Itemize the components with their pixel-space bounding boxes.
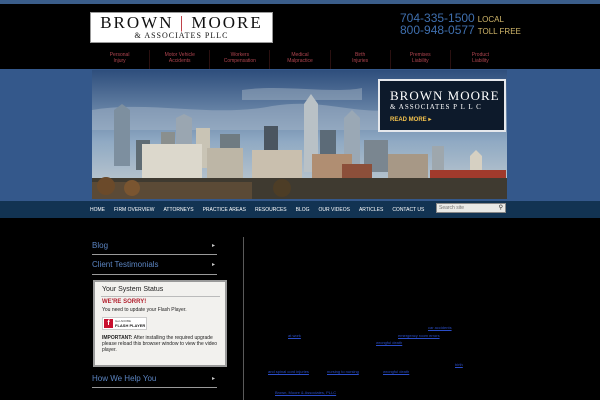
sidebar-how-we-help-you[interactable]: How We Help You ▸	[92, 374, 217, 388]
practice-nav-personal-injury[interactable]: Personal Injury	[90, 50, 149, 69]
status-title: Your System Status	[102, 286, 164, 293]
status-error-heading: WE'RE SORRY!	[102, 299, 147, 305]
top-stripe	[0, 0, 600, 4]
content-link-at-work[interactable]: at work	[288, 333, 301, 338]
content-link-wrongful-death-2[interactable]: wrongful death	[383, 369, 409, 374]
column-divider	[243, 237, 244, 400]
nav-articles[interactable]: ARTICLES	[359, 207, 383, 213]
nav-blog[interactable]: BLOG	[296, 207, 310, 213]
content-link-emergency-room-errors[interactable]: emergency room errors	[398, 333, 440, 338]
read-more-link[interactable]: READ MORE ▸	[390, 116, 431, 123]
practice-nav-birth-injuries[interactable]: Birth Injuries	[329, 50, 390, 69]
flash-status-box: Your System Status WE'RE SORRY! You need…	[93, 280, 227, 367]
search-input[interactable]	[439, 205, 493, 211]
promo-subtitle: & ASSOCIATES P L L C	[390, 103, 482, 111]
nav-firm-overview[interactable]: FIRM OVERVIEW	[114, 207, 154, 213]
main-nav: HOME FIRM OVERVIEW ATTORNEYS PRACTICE AR…	[0, 201, 600, 218]
phone-toll-free: 800-948-0577 TOLL FREE	[400, 24, 521, 38]
nav-practice-areas[interactable]: PRACTICE AREAS	[203, 207, 246, 213]
logo-subtitle: & ASSOCIATES PLLC	[134, 31, 229, 40]
search-box: ⚲	[436, 203, 506, 213]
chevron-right-icon: ▸	[211, 243, 215, 249]
search-icon[interactable]: ⚲	[499, 204, 503, 211]
content-link-birth[interactable]: birth	[455, 362, 463, 367]
phone-label: LOCAL	[477, 15, 504, 24]
practice-nav-medical-malpractice[interactable]: Medical Malpractice	[269, 50, 329, 69]
get-flash-player-badge[interactable]: f Get ADOBE FLASH PLAYER	[102, 317, 147, 330]
hero-promo-box: BROWN MOORE & ASSOCIATES P L L C READ MO…	[378, 79, 506, 132]
chevron-right-icon: ▸	[211, 262, 215, 268]
practice-nav-premises-liability[interactable]: Premises Liability	[389, 50, 450, 69]
nav-our-videos[interactable]: OUR VIDEOS	[319, 207, 350, 213]
nav-attorneys[interactable]: ATTORNEYS	[163, 207, 193, 213]
nav-contact-us[interactable]: CONTACT US	[392, 207, 424, 213]
divider	[101, 296, 220, 297]
sidebar-item-label: Blog	[92, 241, 109, 250]
status-message: You need to update your Flash Player.	[102, 307, 187, 313]
sidebar-blog[interactable]: Blog ▸	[92, 241, 217, 255]
promo-title: BROWN MOORE	[390, 88, 500, 103]
sidebar-item-label: How We Help You	[92, 374, 157, 383]
sidebar-client-testimonials[interactable]: Client Testimonials ▸	[92, 260, 217, 274]
practice-nav-product-liability[interactable]: Product Liability	[449, 50, 510, 69]
flash-icon: f	[104, 319, 113, 328]
content-link-firm-name[interactable]: Brown, Moore & Associates, PLLC	[275, 390, 336, 395]
practice-areas-nav: Personal Injury Motor Vehicle Accidents Wo…	[90, 50, 510, 69]
logo[interactable]: BROWN | MOORE & ASSOCIATES PLLC	[90, 12, 273, 43]
chevron-right-icon: ▸	[428, 117, 432, 123]
content-link-spinal-cord[interactable]: and spinal cord injuries	[268, 369, 309, 374]
divider	[92, 254, 217, 255]
practice-nav-workers-comp[interactable]: Workers Compensation	[209, 50, 269, 69]
practice-nav-motor-vehicle[interactable]: Motor Vehicle Accidents	[149, 50, 209, 69]
phone-number: 800-948-0577	[400, 23, 475, 37]
nav-resources[interactable]: RESOURCES	[255, 207, 287, 213]
phone-label: TOLL FREE	[477, 27, 521, 36]
content-link-nursing[interactable]: nursing to nursing	[327, 369, 359, 374]
nav-home[interactable]: HOME	[90, 207, 105, 213]
status-important-note: IMPORTANT: After installing the required…	[102, 335, 218, 353]
sidebar-item-label: Client Testimonials	[92, 260, 159, 269]
content-link-wrongful-death[interactable]: wrongful death	[376, 340, 402, 345]
content-link-car-accidents[interactable]: car accidents	[428, 325, 452, 330]
divider	[92, 387, 217, 388]
chevron-right-icon: ▸	[211, 376, 215, 382]
divider	[92, 274, 217, 275]
logo-name: BROWN | MOORE	[100, 13, 263, 32]
